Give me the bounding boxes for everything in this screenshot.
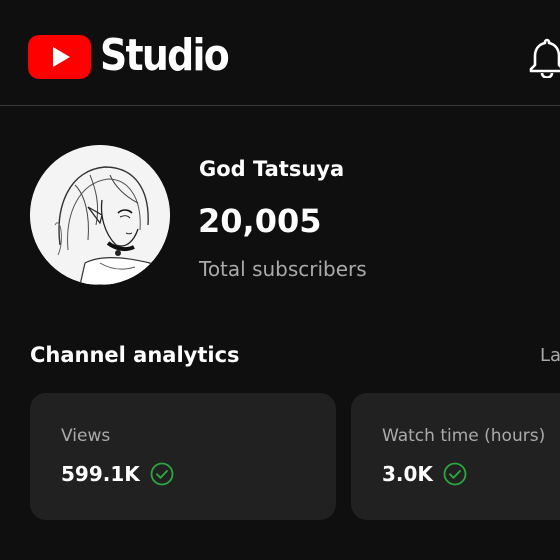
studio-page: Studio God Tatsuya 20,005 Total subscrib…: [0, 0, 560, 560]
app-header: Studio: [0, 0, 560, 106]
subscriber-count: 20,005: [198, 202, 322, 240]
subscriber-label: Total subscribers: [199, 257, 367, 281]
analytics-link[interactable]: La: [540, 343, 560, 369]
channel-analytics-title: Channel analytics: [30, 343, 240, 367]
channel-avatar[interactable]: [30, 145, 170, 285]
channel-name: God Tatsuya: [199, 157, 345, 181]
watch-time-card[interactable]: Watch time (hours) 3.0K: [351, 393, 560, 520]
card-value: 599.1K: [61, 462, 140, 486]
card-value-row: 3.0K: [382, 459, 467, 489]
card-label: Watch time (hours): [382, 426, 546, 446]
youtube-play-icon[interactable]: [28, 35, 91, 79]
avatar-illustration: [30, 145, 170, 285]
views-card[interactable]: Views 599.1K: [30, 393, 336, 520]
card-label: Views: [61, 426, 111, 446]
card-value-row: 599.1K: [61, 459, 174, 489]
bell-icon[interactable]: [527, 36, 560, 78]
check-circle-icon: [443, 462, 467, 486]
studio-logo-text[interactable]: Studio: [100, 24, 230, 88]
check-circle-icon: [150, 462, 174, 486]
card-value: 3.0K: [382, 462, 433, 486]
